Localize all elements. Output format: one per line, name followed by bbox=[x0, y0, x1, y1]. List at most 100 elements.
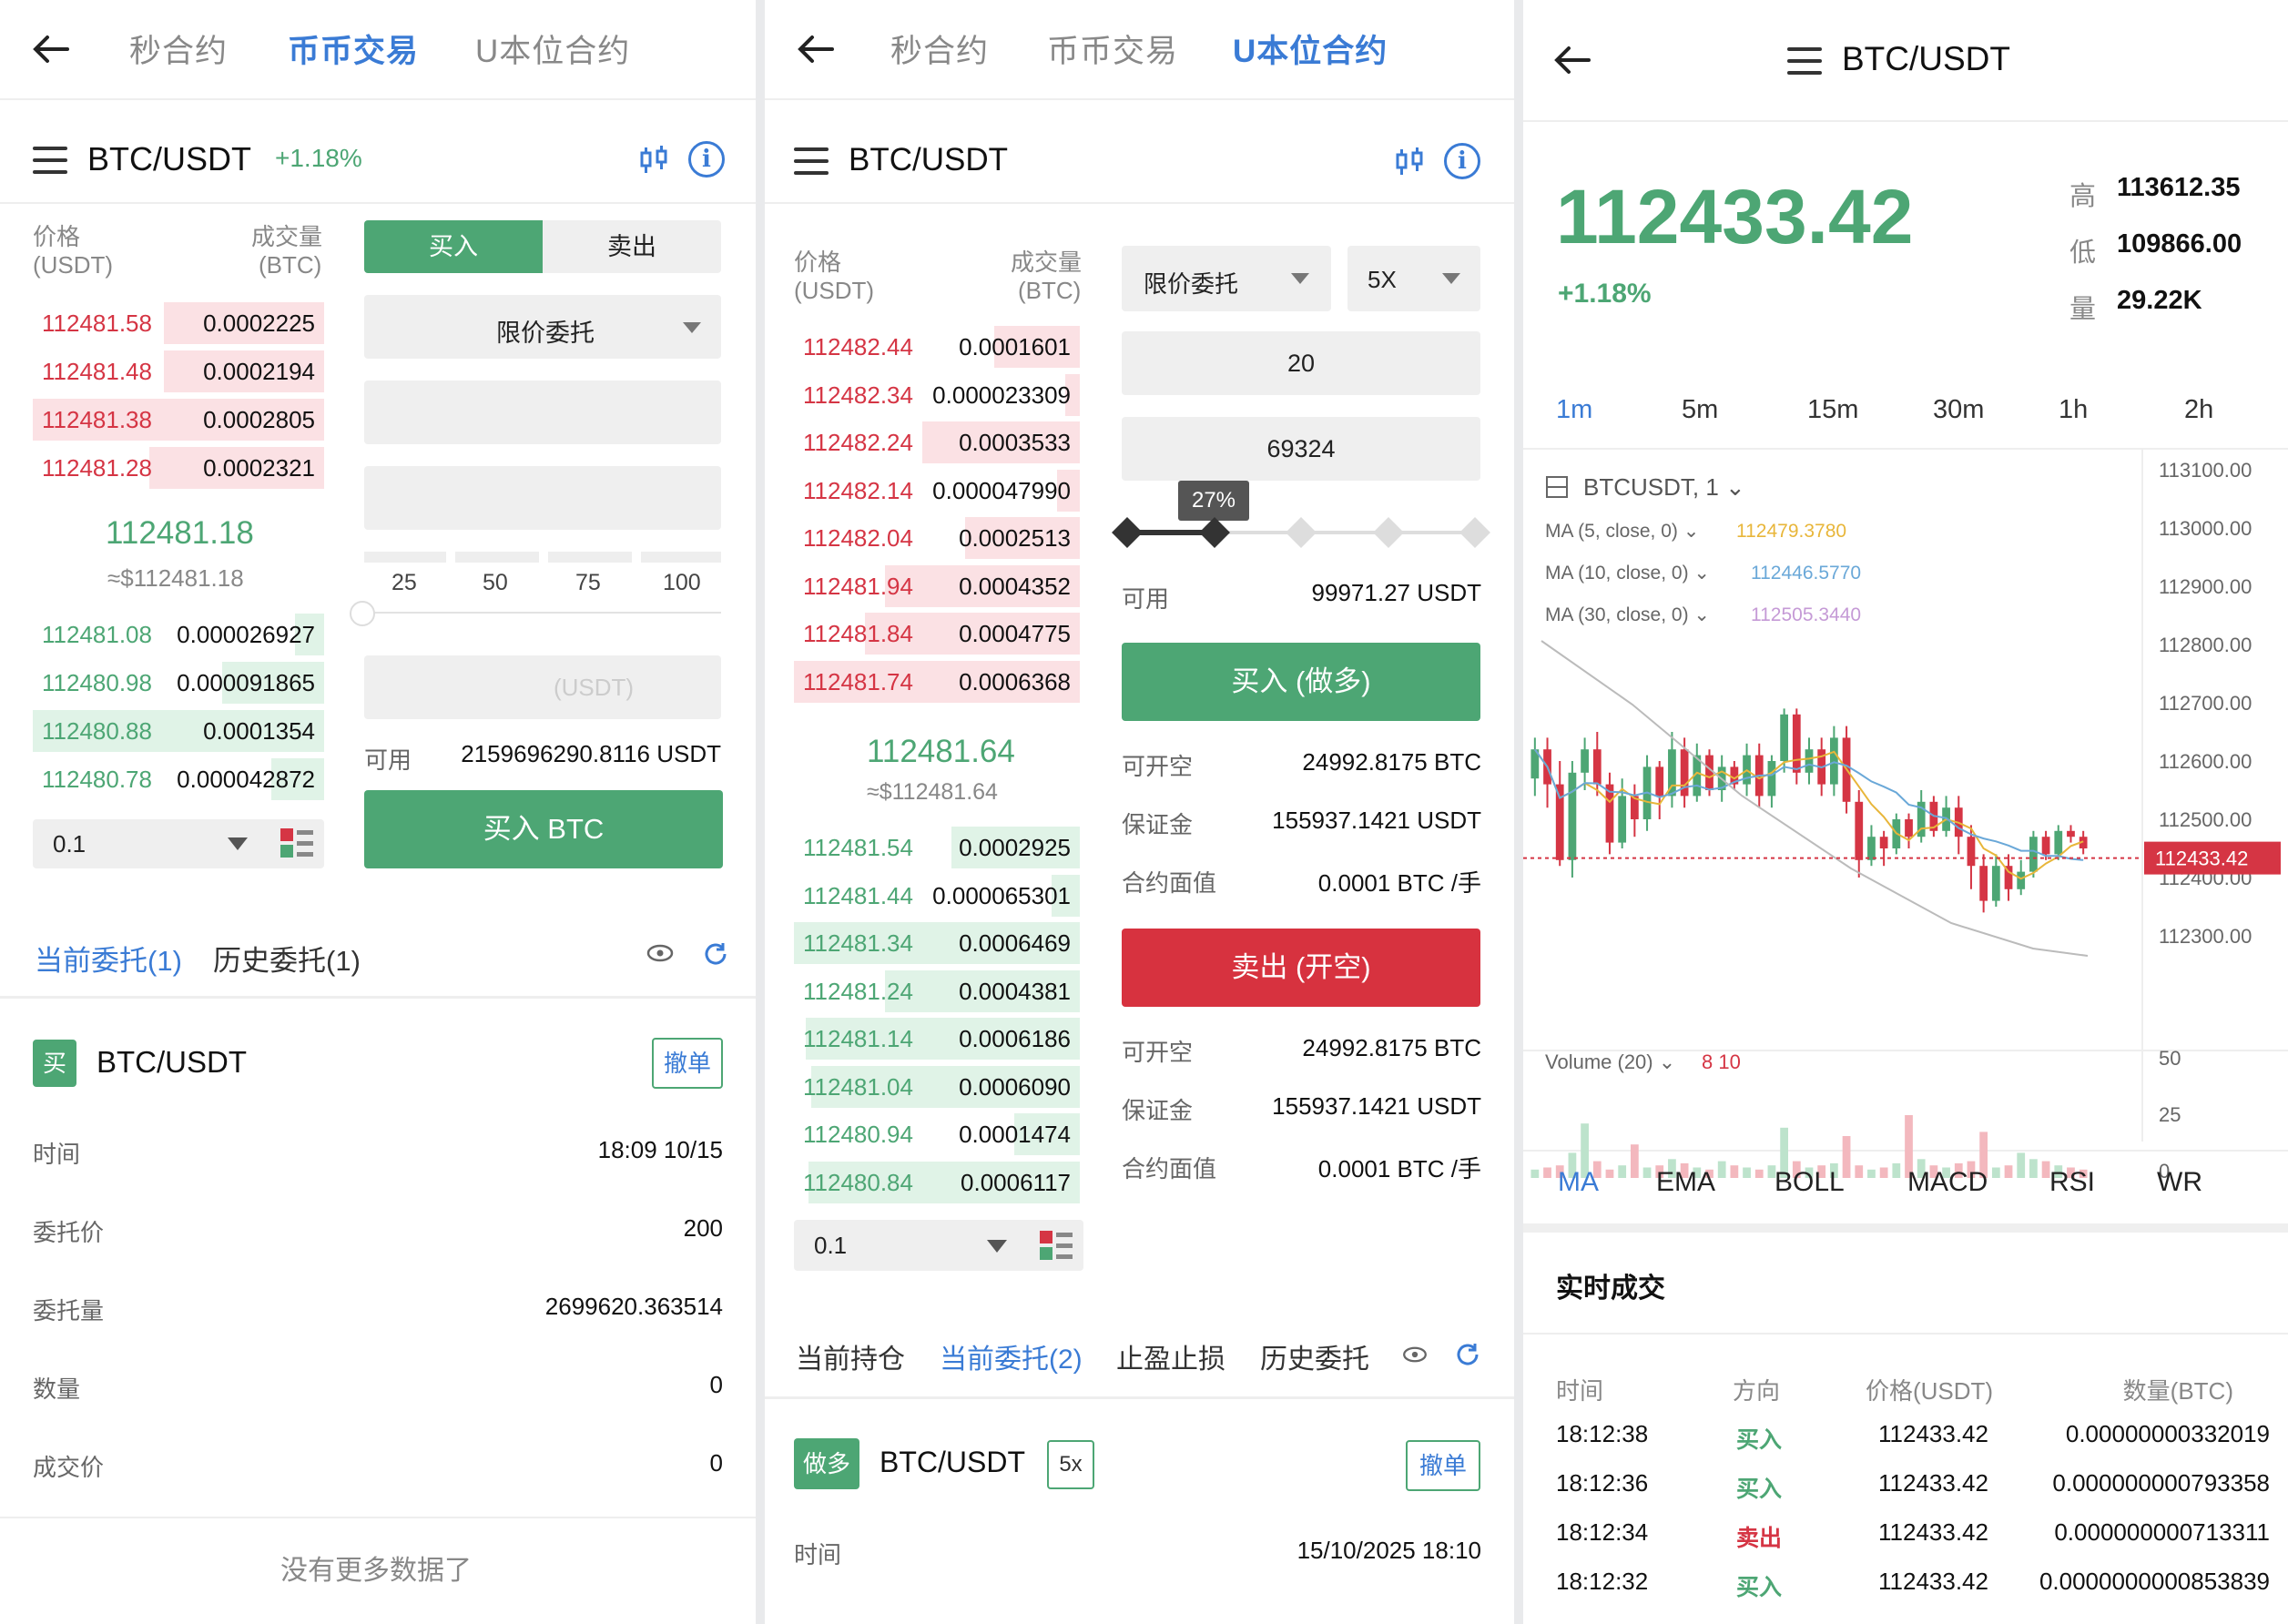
bid-row[interactable]: 112481.54 0.0002925 bbox=[794, 827, 1080, 868]
bid-row[interactable]: 112480.78 0.000042872 bbox=[33, 758, 324, 800]
depth-layout-icon[interactable] bbox=[280, 828, 313, 859]
tab-seconds-contract[interactable]: 秒合约 bbox=[890, 25, 989, 72]
price-axis-label: 112300.00 bbox=[2159, 925, 2252, 948]
slider-stop[interactable] bbox=[1198, 517, 1230, 548]
interval-tab[interactable]: 2h bbox=[2184, 395, 2213, 425]
buy-long-button[interactable]: 买入 (做多) bbox=[1122, 643, 1480, 721]
slider-stop[interactable] bbox=[1459, 517, 1490, 548]
ask-row[interactable]: 112482.34 0.000023309 bbox=[794, 373, 1080, 416]
sell-tab[interactable]: 卖出 bbox=[543, 220, 721, 273]
bid-row[interactable]: 112481.08 0.000026927 bbox=[33, 614, 324, 655]
pct-50[interactable]: 50 bbox=[483, 570, 508, 596]
indicator-tab[interactable]: RSI bbox=[2049, 1167, 2095, 1198]
tab-spot[interactable]: 币币交易 bbox=[288, 25, 419, 72]
interval-tab[interactable]: 5m bbox=[1682, 395, 1718, 425]
tab-seconds-contract[interactable]: 秒合约 bbox=[129, 25, 228, 72]
price-input[interactable]: 20 bbox=[1122, 331, 1480, 395]
refresh-icon[interactable] bbox=[703, 941, 728, 967]
tab-order-history[interactable]: 历史委托(1) bbox=[213, 938, 361, 979]
tab-current-orders[interactable]: 当前委托(1) bbox=[35, 938, 182, 979]
interval-tab[interactable]: 30m bbox=[1933, 395, 1984, 425]
ask-row[interactable]: 112482.24 0.0003533 bbox=[794, 421, 1080, 463]
ask-row[interactable]: 112482.04 0.0002513 bbox=[794, 517, 1080, 559]
slider-stop[interactable] bbox=[1112, 517, 1143, 548]
interval-tab[interactable]: 15m bbox=[1807, 395, 1858, 425]
leverage-select[interactable]: 5X bbox=[1347, 246, 1480, 311]
tab-tp-sl[interactable]: 止盈止损 bbox=[1116, 1336, 1225, 1376]
candle-body bbox=[1905, 819, 1913, 837]
interval-tab[interactable]: 1h bbox=[2059, 395, 2088, 425]
tab-positions[interactable]: 当前持仓 bbox=[796, 1336, 905, 1376]
menu-icon[interactable] bbox=[33, 147, 67, 174]
ask-row[interactable]: 112481.38 0.0002805 bbox=[33, 399, 324, 441]
bid-row[interactable]: 112480.94 0.0001474 bbox=[794, 1113, 1080, 1155]
bid-row[interactable]: 112480.98 0.000091865 bbox=[33, 662, 324, 704]
pct-100[interactable]: 100 bbox=[663, 570, 701, 596]
amount-input[interactable] bbox=[364, 466, 721, 530]
back-arrow-icon[interactable] bbox=[796, 29, 836, 69]
pct-25[interactable]: 25 bbox=[392, 570, 417, 596]
ask-row[interactable]: 112482.44 0.0001601 bbox=[794, 326, 1080, 368]
ask-row[interactable]: 112481.48 0.0002194 bbox=[33, 350, 324, 392]
bid-price: 112481.34 bbox=[803, 929, 913, 957]
tab-current-orders[interactable]: 当前委托(2) bbox=[940, 1336, 1083, 1376]
ask-row[interactable]: 112481.94 0.0004352 bbox=[794, 564, 1080, 607]
bid-row[interactable]: 112481.44 0.000065301 bbox=[794, 874, 1080, 917]
pct-75[interactable]: 75 bbox=[575, 570, 601, 596]
slider-handle[interactable] bbox=[350, 601, 375, 626]
price-input[interactable] bbox=[364, 381, 721, 444]
ask-row[interactable]: 112481.58 0.0002225 bbox=[33, 302, 324, 344]
back-arrow-icon[interactable] bbox=[1552, 40, 1592, 80]
ask-price: 112481.38 bbox=[42, 406, 152, 433]
tab-usdt-futures[interactable]: U本位合约 bbox=[475, 25, 630, 72]
indicator-tab[interactable]: MA bbox=[1558, 1167, 1599, 1198]
indicator-tab[interactable]: MACD bbox=[1907, 1167, 1988, 1198]
ma10-label: MA (10, close, 0) ⌄ bbox=[1545, 563, 1710, 584]
kline-chart[interactable]: 113100.00 113000.00 112900.00 112800.00 1127… bbox=[1523, 450, 2288, 1178]
eye-icon[interactable] bbox=[646, 943, 674, 963]
bid-row[interactable]: 112481.34 0.0006469 bbox=[794, 922, 1080, 964]
amount-input[interactable]: 69324 bbox=[1122, 417, 1480, 481]
cancel-order-button[interactable]: 撤单 bbox=[652, 1038, 723, 1089]
tab-order-history[interactable]: 历史委托 bbox=[1260, 1336, 1369, 1376]
indicator-tab[interactable]: EMA bbox=[1656, 1167, 1715, 1198]
total-input[interactable]: (USDT) bbox=[364, 655, 721, 719]
candlestick-icon[interactable] bbox=[1393, 146, 1426, 178]
bid-row[interactable]: 112481.14 0.0006186 bbox=[794, 1018, 1080, 1060]
volume-bar bbox=[1855, 1165, 1864, 1178]
candle-body bbox=[1780, 714, 1789, 761]
indicator-tab[interactable]: WR bbox=[2157, 1167, 2202, 1198]
interval-tab[interactable]: 1m bbox=[1556, 395, 1592, 425]
tab-usdt-futures[interactable]: U本位合约 bbox=[1233, 25, 1388, 72]
bid-row[interactable]: 112480.84 0.0006117 bbox=[794, 1161, 1080, 1203]
ask-row[interactable]: 112481.84 0.0004775 bbox=[794, 613, 1080, 655]
bid-row[interactable]: 112481.24 0.0004381 bbox=[794, 969, 1080, 1012]
info-icon[interactable]: i bbox=[1444, 143, 1480, 179]
buy-tab[interactable]: 买入 bbox=[364, 220, 543, 273]
bid-row[interactable]: 112480.88 0.0001354 bbox=[33, 710, 324, 752]
refresh-icon[interactable] bbox=[1455, 1342, 1480, 1367]
ask-row[interactable]: 112482.14 0.000047990 bbox=[794, 469, 1080, 512]
menu-icon[interactable] bbox=[794, 147, 829, 175]
ask-row[interactable]: 112481.28 0.0002321 bbox=[33, 447, 324, 489]
order-type-select[interactable]: 限价委托 bbox=[1122, 246, 1331, 311]
slider-stop[interactable] bbox=[1372, 517, 1404, 548]
ask-row[interactable]: 112481.74 0.0006368 bbox=[794, 660, 1080, 703]
info-value: 24992.8175 BTC bbox=[1302, 748, 1481, 776]
order-type-select[interactable]: 限价委托 bbox=[364, 295, 721, 359]
slider-stop[interactable] bbox=[1286, 517, 1317, 548]
sell-short-button[interactable]: 卖出 (开空) bbox=[1122, 929, 1480, 1007]
cancel-order-button[interactable]: 撤单 bbox=[1406, 1440, 1480, 1491]
candle-body bbox=[2029, 837, 2038, 872]
tab-spot[interactable]: 币币交易 bbox=[1047, 25, 1178, 72]
buy-btc-button[interactable]: 买入 BTC bbox=[364, 790, 723, 868]
info-icon[interactable]: i bbox=[688, 141, 725, 178]
menu-icon[interactable] bbox=[1787, 47, 1822, 75]
indicator-tab[interactable]: BOLL bbox=[1774, 1167, 1845, 1198]
depth-layout-icon[interactable] bbox=[1040, 1231, 1073, 1262]
candlestick-icon[interactable] bbox=[637, 144, 670, 177]
bid-row[interactable]: 112481.04 0.0006090 bbox=[794, 1065, 1080, 1108]
slider-track[interactable] bbox=[364, 612, 721, 614]
back-arrow-icon[interactable] bbox=[31, 29, 71, 69]
eye-icon[interactable] bbox=[1402, 1345, 1428, 1364]
